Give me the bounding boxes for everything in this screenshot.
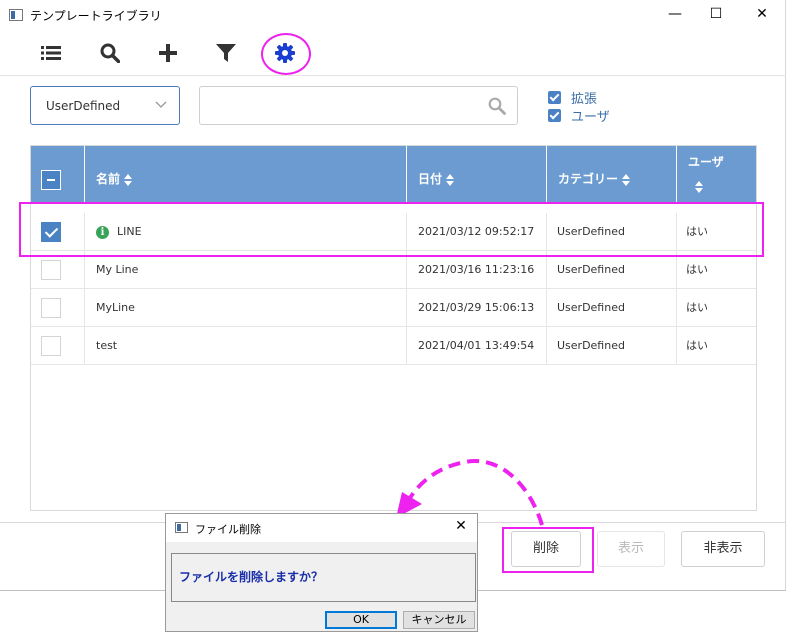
date-cell: 2021/04/01 13:49:54 — [407, 327, 547, 365]
category-select-value: UserDefined — [46, 99, 121, 113]
dialog-message-panel: ファイルを削除しますか？ — [171, 553, 476, 602]
minimize-button[interactable]: — — [655, 0, 695, 30]
dialog-ok-button[interactable]: OK — [325, 611, 397, 629]
maximize-button[interactable]: ☐ — [696, 0, 736, 30]
dialog-title-bar: ファイル削除 ✕ — [166, 514, 477, 542]
category-select[interactable]: UserDefined — [30, 86, 180, 125]
dialog-message: ファイルを削除しますか？ — [179, 570, 324, 584]
dialog-title: ファイル削除 — [195, 523, 261, 536]
date-cell: 2021/03/29 15:06:13 — [407, 289, 547, 327]
extension-checkbox[interactable] — [548, 91, 561, 104]
add-icon[interactable] — [153, 38, 183, 68]
user-cell: はい — [686, 339, 708, 352]
select-all-header — [31, 146, 85, 202]
row-select-cell — [31, 289, 85, 327]
extension-checkbox-label: 拡張 — [571, 92, 598, 107]
column-header-name-label: 名前 — [96, 172, 121, 186]
close-button[interactable]: ✕ — [742, 0, 782, 30]
column-header-date-label: 日付 — [418, 172, 443, 186]
user-checkbox[interactable] — [548, 109, 561, 122]
list-icon[interactable] — [36, 38, 66, 68]
sort-icon — [446, 173, 455, 186]
show-button[interactable]: 表示 — [597, 531, 665, 567]
search-field[interactable] — [199, 86, 518, 125]
column-header-user-label: ユーザ — [688, 155, 724, 169]
name-cell: test — [85, 327, 407, 365]
column-header-user[interactable]: ユーザ — [677, 146, 756, 202]
column-header-category[interactable]: カテゴリー — [547, 146, 677, 202]
user-cell: はい — [686, 301, 708, 314]
window-title: テンプレートライブラリ — [30, 9, 162, 23]
dialog-app-icon — [175, 522, 188, 533]
column-header-name[interactable]: 名前 — [85, 146, 407, 202]
selected-row-highlight-annotation — [19, 202, 764, 257]
dialog-close-button[interactable]: ✕ — [451, 518, 471, 534]
row-select-cell — [31, 327, 85, 365]
sort-icon — [695, 181, 704, 193]
sort-icon — [622, 173, 631, 186]
category-cell: UserDefined — [547, 289, 677, 327]
title-bar: テンプレートライブラリ — ☐ ✕ — [0, 0, 786, 30]
table-row[interactable]: test 2021/04/01 13:49:54 UserDefined はい — [31, 327, 756, 365]
delete-confirm-dialog: ファイル削除 ✕ ファイルを削除しますか？ OK キャンセル — [165, 513, 478, 632]
row-checkbox[interactable] — [41, 260, 61, 280]
search-icon[interactable] — [488, 97, 506, 118]
dialog-cancel-button[interactable]: キャンセル — [403, 611, 475, 629]
gear-highlight-annotation — [261, 33, 311, 75]
select-all-checkbox[interactable] — [41, 170, 61, 190]
toolbar — [0, 30, 786, 76]
column-header-category-label: カテゴリー — [558, 172, 619, 186]
name-cell: MyLine — [85, 289, 407, 327]
search-icon[interactable] — [95, 38, 125, 68]
row-checkbox[interactable] — [41, 336, 61, 356]
table-row[interactable]: MyLine 2021/03/29 15:06:13 UserDefined は… — [31, 289, 756, 327]
category-cell: UserDefined — [547, 327, 677, 365]
app-icon — [9, 9, 23, 21]
column-header-date[interactable]: 日付 — [407, 146, 547, 202]
sort-icon — [124, 173, 133, 186]
hide-button[interactable]: 非表示 — [681, 531, 765, 567]
filter-icon[interactable] — [211, 38, 241, 68]
table-header: 名前 日付 カテゴリー ユーザ — [31, 146, 756, 202]
user-checkbox-label: ユーザ — [571, 110, 610, 125]
extension-checkbox-row[interactable]: 拡張 — [548, 88, 597, 107]
row-checkbox[interactable] — [41, 298, 61, 318]
chevron-down-icon — [155, 98, 167, 113]
user-checkbox-row[interactable]: ユーザ — [548, 106, 610, 125]
search-input[interactable] — [206, 95, 476, 117]
